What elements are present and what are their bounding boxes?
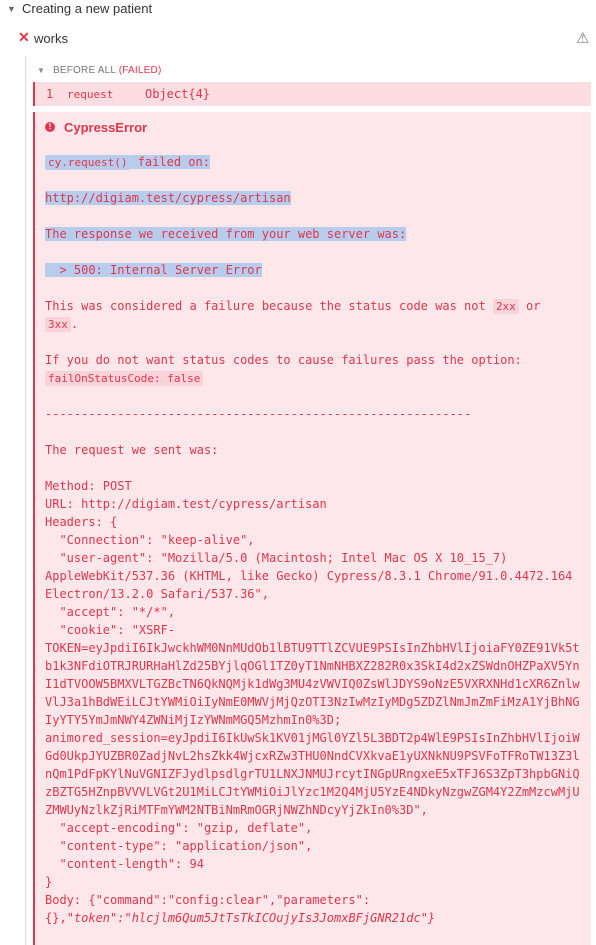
request-line: I1dTVOOW5BMXVLTGZBcTN6QkNQMjk1dWg3MU4zVW… (45, 677, 580, 691)
error-cmd-code: cy.request() (45, 155, 131, 170)
warning-triangle-icon[interactable]: ⚠ (576, 29, 589, 47)
option-code: failOnStatusCode: false (45, 371, 204, 386)
request-line: Headers: { (45, 515, 118, 529)
request-line: ZMWUyNzlkZjRiMTFmYWM2NTBiNmRmOGRjNWZhNDc… (45, 803, 428, 817)
request-line: nQm1PdFpKYlNuVGNIZFJydlpsdlgrTU1LNXJNMUJ… (45, 767, 580, 781)
body-token: "token":"hlcjlm6Qum5JtTsTkICOujyIs3JomxB… (66, 911, 436, 925)
suite-row[interactable]: ▼ Creating a new patient (0, 0, 596, 20)
request-line: zBZTG5HZnpBVVVLVGt2U1MiLCJtYWMiOiJlYzc1M… (45, 785, 580, 799)
request-line: "user-agent": "Mozilla/5.0 (Macintosh; I… (45, 551, 508, 565)
command-message: Object{4} (145, 87, 211, 101)
request-line: URL: http://digiam.test/cypress/artisan (45, 497, 327, 511)
error-request-intro: The request we sent was: (45, 443, 219, 457)
request-line: animored_session=eyJpdiI6IkUwSk1KV01jMGl… (45, 731, 580, 745)
request-line: Gd0UkpJYUZBR0ZadjNvL2hsZkk4WjcxRZw3THU0N… (45, 749, 580, 763)
hook-status: (FAILED) (118, 65, 162, 76)
exclamation-circle-icon: ! (45, 122, 55, 132)
request-line: TOKEN=eyJpdiI6IkJwckhWM0NnMUdOb1lBTU9TTl… (45, 641, 580, 655)
request-line: "Connection": "keep-alive", (45, 533, 255, 547)
chevron-down-icon[interactable]: ▼ (37, 66, 45, 75)
error-option-line: failOnStatusCode: false (45, 369, 204, 388)
code-3xx: 3xx (45, 317, 71, 332)
request-body-line-2: {},"token":"hlcjlm6Qum5JtTsTkICOujyIs3Jo… (45, 911, 436, 925)
code-2xx: 2xx (492, 299, 519, 314)
request-line: "accept": "*/*", (45, 605, 176, 619)
request-body-line: Body: {"command":"config:clear","paramet… (45, 893, 371, 907)
request-line: } (45, 875, 53, 889)
request-line: IyYTY5YmJmNWY4ZWNiMjIzYWNmMGQ5MzhmIn0%3D… (45, 713, 342, 727)
suite-title: Creating a new patient (22, 1, 153, 16)
command-name: request (67, 88, 114, 101)
request-line: "content-length": 94 (45, 857, 204, 871)
error-cmd-line: cy.request() failed on: (45, 153, 210, 172)
error-name: CypressError (64, 120, 148, 135)
x-icon: ✕ (18, 29, 30, 45)
request-line: AppleWebKit/537.36 (KHTML, like Gecko) C… (45, 569, 573, 583)
request-line: "cookie": "XSRF- (45, 623, 176, 637)
command-row[interactable]: 1 request Object{4} (33, 82, 591, 106)
hook-label: BEFORE ALL (FAILED) (53, 65, 162, 76)
error-failure-line: This was considered a failure because th… (45, 299, 541, 314)
error-failure-line-2: 3xx. (45, 315, 78, 334)
error-url: http://digiam.test/cypress/artisan (45, 191, 291, 205)
error-separator: ----------------------------------------… (45, 407, 472, 421)
request-line: Method: POST (45, 479, 132, 493)
test-title: works (34, 31, 68, 46)
request-line: VlJ3a1hBdWEiLCJtYWMiOiIyNmE0MWVjMjQzOTI3… (45, 695, 580, 709)
error-status-line: > 500: Internal Server Error (45, 263, 262, 277)
request-line: "content-type": "application/json", (45, 839, 313, 853)
request-line: Electron/13.2.0 Safari/537.36", (45, 587, 269, 601)
request-line: b1k3NFdiOTRJRURHaHlZd25BYjlqOGl1TZ0yT1Nm… (45, 659, 580, 673)
command-number: 1 (46, 87, 54, 101)
chevron-down-icon[interactable]: ▼ (7, 4, 16, 14)
error-response-intro: The response we received from your web s… (45, 227, 407, 241)
error-option-intro: If you do not want status codes to cause… (45, 353, 522, 367)
test-body-guide (25, 56, 26, 945)
request-line: "accept-encoding": "gzip, deflate", (45, 821, 313, 835)
error-cmd-suffix: failed on: (130, 155, 210, 169)
test-row[interactable]: ✕ works ⚠ (0, 28, 596, 50)
